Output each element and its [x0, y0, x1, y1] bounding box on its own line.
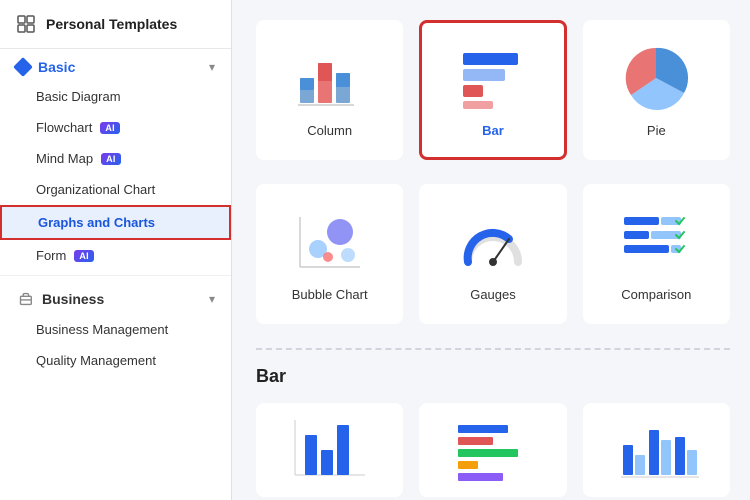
gauges-label: Gauges: [470, 287, 516, 302]
business-section-header[interactable]: Business ▾: [0, 280, 231, 314]
sidebar-item-label: Business Management: [36, 322, 168, 337]
column-chart-icon: [290, 43, 370, 113]
bar-chart-icon: [453, 43, 533, 113]
section-divider-dashed: [256, 348, 730, 350]
sidebar-item-quality-management[interactable]: Quality Management: [0, 345, 231, 376]
bottom-card-bar-1[interactable]: [256, 403, 403, 497]
sidebar-item-form[interactable]: Form AI: [0, 240, 231, 271]
bubble-chart-label: Bubble Chart: [292, 287, 368, 302]
sidebar-item-label: Graphs and Charts: [38, 215, 155, 230]
pie-label: Pie: [647, 123, 666, 138]
template-card-column[interactable]: Column: [256, 20, 403, 160]
section-divider: [0, 275, 231, 276]
template-card-pie[interactable]: Pie: [583, 20, 730, 160]
comparison-label: Comparison: [621, 287, 691, 302]
sidebar-item-label: Mind Map: [36, 151, 93, 166]
mid-template-grid: Bubble Chart Gauges: [256, 184, 730, 324]
template-card-bubble[interactable]: Bubble Chart: [256, 184, 403, 324]
sidebar-item-basic-diagram[interactable]: Basic Diagram: [0, 81, 231, 112]
business-section-label: Business: [42, 291, 201, 307]
template-card-gauges[interactable]: Gauges: [419, 184, 566, 324]
sidebar-item-mind-map[interactable]: Mind Map AI: [0, 143, 231, 174]
grid-icon: [16, 14, 36, 34]
sidebar-item-org-chart[interactable]: Organizational Chart: [0, 174, 231, 205]
bubble-chart-icon: [290, 207, 370, 277]
sidebar-item-label: Organizational Chart: [36, 182, 155, 197]
comparison-chart-icon: [616, 207, 696, 277]
ai-badge: AI: [100, 122, 120, 134]
sidebar-item-graphs-charts[interactable]: Graphs and Charts: [0, 205, 231, 240]
chevron-down-icon: ▾: [209, 292, 215, 306]
section-title: Bar: [256, 366, 730, 387]
ai-badge: AI: [74, 250, 94, 262]
sidebar-item-flowchart[interactable]: Flowchart AI: [0, 112, 231, 143]
template-card-comparison[interactable]: Comparison: [583, 184, 730, 324]
bar-preview-3-icon: [611, 415, 701, 485]
sidebar-item-label: Form: [36, 248, 66, 263]
sidebar-item-business-management[interactable]: Business Management: [0, 314, 231, 345]
basic-section-label: Basic: [38, 59, 201, 75]
sidebar-item-label: Basic Diagram: [36, 89, 121, 104]
bottom-card-bar-3[interactable]: [583, 403, 730, 497]
bar-label: Bar: [482, 123, 504, 138]
main-content: Column Bar: [232, 0, 750, 500]
bottom-grid: [256, 403, 730, 497]
diamond-icon: [13, 57, 33, 77]
sidebar-item-label: Quality Management: [36, 353, 156, 368]
bar-preview-2-icon: [448, 415, 538, 485]
column-label: Column: [307, 123, 352, 138]
bottom-card-bar-2[interactable]: [419, 403, 566, 497]
pie-chart-icon: [621, 43, 691, 113]
ai-badge: AI: [101, 153, 121, 165]
chevron-down-icon: ▾: [209, 60, 215, 74]
top-template-grid: Column Bar: [256, 20, 730, 160]
sidebar-header: Personal Templates: [0, 0, 231, 49]
gauge-icon: [453, 207, 533, 277]
sidebar-item-label: Flowchart: [36, 120, 92, 135]
template-card-bar[interactable]: Bar: [419, 20, 566, 160]
briefcase-icon: [16, 290, 34, 308]
sidebar-title: Personal Templates: [46, 16, 177, 32]
sidebar: Personal Templates Basic ▾ Basic Diagram…: [0, 0, 232, 500]
bar-preview-1-icon: [285, 415, 375, 485]
basic-section-header[interactable]: Basic ▾: [0, 49, 231, 81]
